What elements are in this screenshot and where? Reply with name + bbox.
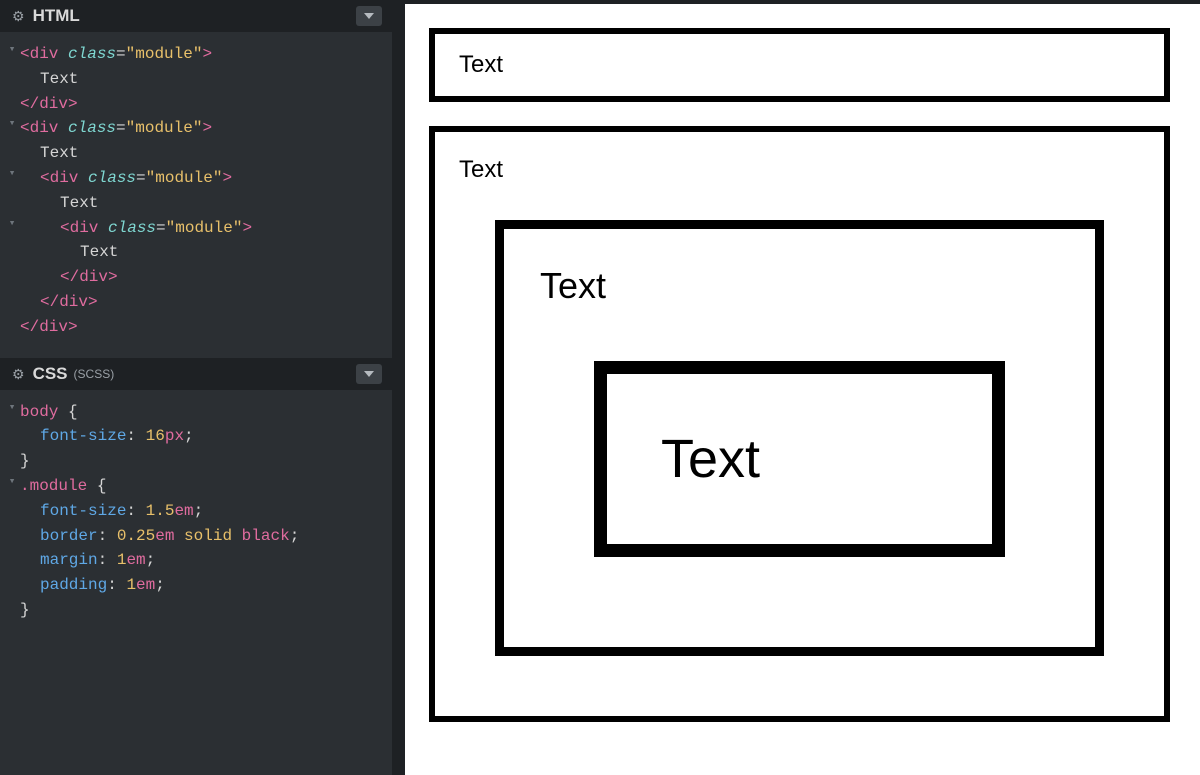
code-token: >	[202, 42, 212, 67]
code-token: .module	[20, 474, 87, 499]
code-token: em	[126, 548, 145, 573]
code-token: class	[68, 116, 116, 141]
code-token: </div>	[60, 265, 118, 290]
css-pane: ⚙ CSS (SCSS) body { font-size: 16px; } .…	[0, 358, 392, 775]
code-token: >	[242, 216, 252, 241]
app: ⚙ HTML <div class="module"> Text </div> …	[0, 0, 1200, 775]
code-token: ;	[184, 424, 194, 449]
code-token: ;	[146, 548, 156, 573]
code-token: solid	[184, 524, 232, 549]
code-token: class	[88, 166, 136, 191]
preview-module: Text Text Text	[429, 126, 1170, 722]
code-token: em	[174, 499, 193, 524]
code-token: ;	[194, 499, 204, 524]
code-token: <div	[60, 216, 98, 241]
code-token: >	[222, 166, 232, 191]
preview-body: Text Text Text Text	[405, 28, 1200, 722]
code-token: 1.5	[146, 499, 175, 524]
code-token: {	[68, 400, 78, 425]
code-token: </div>	[20, 315, 78, 340]
code-token: =	[156, 216, 166, 241]
code-token: ;	[155, 573, 165, 598]
preview-module: Text Text	[495, 220, 1104, 656]
code-token: </div>	[40, 290, 98, 315]
code-token: px	[165, 424, 184, 449]
code-token: Text	[40, 141, 78, 166]
preview-module: Text	[429, 28, 1170, 102]
code-token: :	[126, 424, 136, 449]
css-pane-subtitle: (SCSS)	[74, 367, 115, 381]
code-token: ;	[290, 524, 300, 549]
code-token: black	[242, 524, 290, 549]
preview-text: Text	[661, 429, 760, 489]
code-token: class	[108, 216, 156, 241]
code-token: border	[40, 524, 98, 549]
preview-module: Text	[594, 361, 1005, 557]
code-token: Text	[60, 191, 98, 216]
code-token: "module"	[146, 166, 223, 191]
code-token: :	[107, 573, 117, 598]
code-token: =	[136, 166, 146, 191]
code-token: =	[116, 116, 126, 141]
code-token: :	[126, 499, 136, 524]
css-pane-header: ⚙ CSS (SCSS)	[0, 358, 392, 390]
preview-text: Text	[459, 51, 503, 78]
html-code-editor[interactable]: <div class="module"> Text </div> <div cl…	[0, 32, 392, 358]
code-token: }	[20, 449, 30, 474]
code-token: <div	[20, 116, 58, 141]
code-token: <div	[20, 42, 58, 67]
code-token: =	[116, 42, 126, 67]
code-token: Text	[40, 67, 78, 92]
chevron-down-icon	[364, 371, 374, 377]
css-pane-title: CSS	[33, 364, 68, 384]
code-token: 1	[117, 548, 127, 573]
code-token: class	[68, 42, 116, 67]
code-token: body	[20, 400, 58, 425]
code-token: }	[20, 598, 30, 623]
html-pane-header: ⚙ HTML	[0, 0, 392, 32]
preview-text: Text	[540, 265, 606, 306]
code-token: em	[136, 573, 155, 598]
code-token: 0.25	[117, 524, 155, 549]
html-pane-title: HTML	[33, 6, 80, 26]
code-token: font-size	[40, 499, 126, 524]
code-token: font-size	[40, 424, 126, 449]
editor-column: ⚙ HTML <div class="module"> Text </div> …	[0, 0, 405, 775]
html-pane-collapse-button[interactable]	[356, 6, 382, 26]
code-token: <div	[40, 166, 78, 191]
preview-text: Text	[459, 156, 503, 183]
preview-column: Text Text Text Text	[405, 0, 1200, 775]
code-token: </div>	[20, 92, 78, 117]
code-token: Text	[80, 240, 118, 265]
code-token: em	[155, 524, 174, 549]
code-token: padding	[40, 573, 107, 598]
gear-icon[interactable]: ⚙	[12, 367, 25, 381]
css-pane-collapse-button[interactable]	[356, 364, 382, 384]
code-token: "module"	[126, 42, 203, 67]
chevron-down-icon	[364, 13, 374, 19]
code-token: 1	[126, 573, 136, 598]
gear-icon[interactable]: ⚙	[12, 9, 25, 23]
code-token: margin	[40, 548, 98, 573]
html-pane: ⚙ HTML <div class="module"> Text </div> …	[0, 0, 392, 358]
code-token: "module"	[126, 116, 203, 141]
code-token: {	[97, 474, 107, 499]
code-token: >	[202, 116, 212, 141]
css-code-editor[interactable]: body { font-size: 16px; } .module { font…	[0, 390, 392, 641]
code-token: :	[98, 548, 108, 573]
code-token: "module"	[166, 216, 243, 241]
code-token: :	[98, 524, 108, 549]
code-token: 16	[146, 424, 165, 449]
